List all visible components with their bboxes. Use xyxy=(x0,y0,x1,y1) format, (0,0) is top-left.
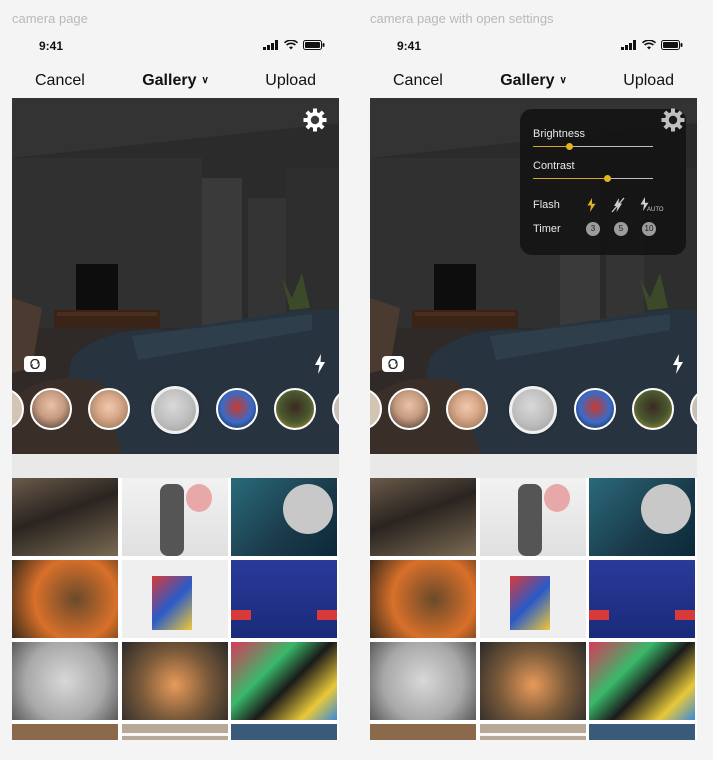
home-indicator xyxy=(121,733,231,736)
status-bar: 9:41 xyxy=(370,30,697,64)
strip-background xyxy=(12,454,339,478)
gallery-photo[interactable] xyxy=(370,560,476,638)
gallery-photo[interactable] xyxy=(480,560,586,638)
camera-flip-icon[interactable] xyxy=(24,356,46,372)
gallery-photo[interactable] xyxy=(231,560,337,638)
nav-bar: Cancel Gallery ∨ Upload xyxy=(370,64,697,98)
chevron-down-icon: ∨ xyxy=(201,75,209,87)
gallery-photo[interactable] xyxy=(12,724,118,740)
face-filter-bubble[interactable] xyxy=(388,388,430,430)
phone-screen-camera-settings: 9:41 Cancel Gallery ∨ Upload Brightness … xyxy=(370,30,697,740)
camera-flip-icon[interactable] xyxy=(382,356,404,372)
phone-screen-camera: 9:41 Cancel Gallery ∨ Upload xyxy=(12,30,339,740)
brightness-slider-thumb[interactable] xyxy=(566,143,573,150)
face-filter-bubble[interactable] xyxy=(370,388,382,430)
shutter-button[interactable] xyxy=(509,386,557,434)
brightness-slider-fill xyxy=(533,146,569,147)
gallery-photo[interactable] xyxy=(480,478,586,556)
upload-button[interactable]: Upload xyxy=(265,72,316,90)
flash-off-icon[interactable] xyxy=(611,197,625,213)
flash-auto-label: AUTO xyxy=(647,207,664,213)
cellular-signal-icon xyxy=(263,40,278,50)
gallery-photo[interactable] xyxy=(589,724,695,740)
frame-label: camera page xyxy=(12,11,88,26)
gallery-photo[interactable] xyxy=(480,642,586,720)
contrast-slider-fill xyxy=(533,178,607,179)
gallery-photo[interactable] xyxy=(122,478,228,556)
status-icons xyxy=(263,40,325,50)
face-filter-bubble[interactable] xyxy=(30,388,72,430)
gear-icon[interactable] xyxy=(303,108,327,132)
filter-carousel[interactable] xyxy=(12,386,339,436)
face-filter-bubble[interactable] xyxy=(12,388,24,430)
face-filter-bubble[interactable] xyxy=(332,388,339,430)
gallery-photo[interactable] xyxy=(231,642,337,720)
status-icons xyxy=(621,40,683,50)
face-filter-bubble[interactable] xyxy=(574,388,616,430)
nav-bar: Cancel Gallery ∨ Upload xyxy=(12,64,339,98)
gallery-photo[interactable] xyxy=(122,642,228,720)
contrast-slider-thumb[interactable] xyxy=(604,175,611,182)
wifi-icon xyxy=(284,40,298,50)
gear-icon[interactable] xyxy=(661,108,685,132)
gallery-photo[interactable] xyxy=(12,560,118,638)
gallery-photo[interactable] xyxy=(12,642,118,720)
timer-option-5[interactable]: 5 xyxy=(614,222,628,236)
brightness-label: Brightness xyxy=(533,128,585,140)
lightning-icon[interactable] xyxy=(314,354,326,374)
timer-option-10[interactable]: 10 xyxy=(642,222,656,236)
gallery-photo[interactable] xyxy=(12,478,118,556)
timer-label: Timer xyxy=(533,223,561,235)
gallery-title: Gallery xyxy=(500,72,555,89)
cellular-signal-icon xyxy=(621,40,636,50)
face-filter-bubble[interactable] xyxy=(88,388,130,430)
gallery-photo[interactable] xyxy=(122,560,228,638)
gallery-photo[interactable] xyxy=(370,724,476,740)
face-filter-bubble[interactable] xyxy=(690,388,697,430)
upload-button[interactable]: Upload xyxy=(623,72,674,90)
gallery-grid xyxy=(12,478,339,740)
gallery-title: Gallery xyxy=(142,72,197,89)
timer-option-3[interactable]: 3 xyxy=(586,222,600,236)
status-time: 9:41 xyxy=(397,39,422,53)
chevron-down-icon: ∨ xyxy=(559,75,567,87)
gallery-grid xyxy=(370,478,697,740)
contrast-label: Contrast xyxy=(533,160,575,172)
flash-on-icon[interactable] xyxy=(587,198,596,212)
face-filter-bubble[interactable] xyxy=(216,388,258,430)
filter-carousel[interactable] xyxy=(370,386,697,436)
gallery-photo[interactable] xyxy=(480,724,586,740)
strip-background xyxy=(370,454,697,478)
face-filter-bubble[interactable] xyxy=(274,388,316,430)
battery-icon xyxy=(303,40,325,50)
gallery-photo[interactable] xyxy=(589,478,695,556)
gallery-photo[interactable] xyxy=(231,478,337,556)
flash-label: Flash xyxy=(533,199,560,211)
wifi-icon xyxy=(642,40,656,50)
home-indicator xyxy=(479,733,589,736)
face-filter-bubble[interactable] xyxy=(632,388,674,430)
gallery-photo[interactable] xyxy=(589,560,695,638)
brightness-slider[interactable] xyxy=(533,143,653,150)
status-time: 9:41 xyxy=(39,39,64,53)
face-filter-bubble[interactable] xyxy=(446,388,488,430)
gallery-photo[interactable] xyxy=(231,724,337,740)
gallery-photo[interactable] xyxy=(122,724,228,740)
frame-label: camera page with open settings xyxy=(370,11,554,26)
battery-icon xyxy=(661,40,683,50)
status-bar: 9:41 xyxy=(12,30,339,64)
gallery-photo[interactable] xyxy=(370,478,476,556)
contrast-slider[interactable] xyxy=(533,175,653,182)
gallery-photo[interactable] xyxy=(589,642,695,720)
lightning-icon[interactable] xyxy=(672,354,684,374)
shutter-button[interactable] xyxy=(151,386,199,434)
gallery-photo[interactable] xyxy=(370,642,476,720)
